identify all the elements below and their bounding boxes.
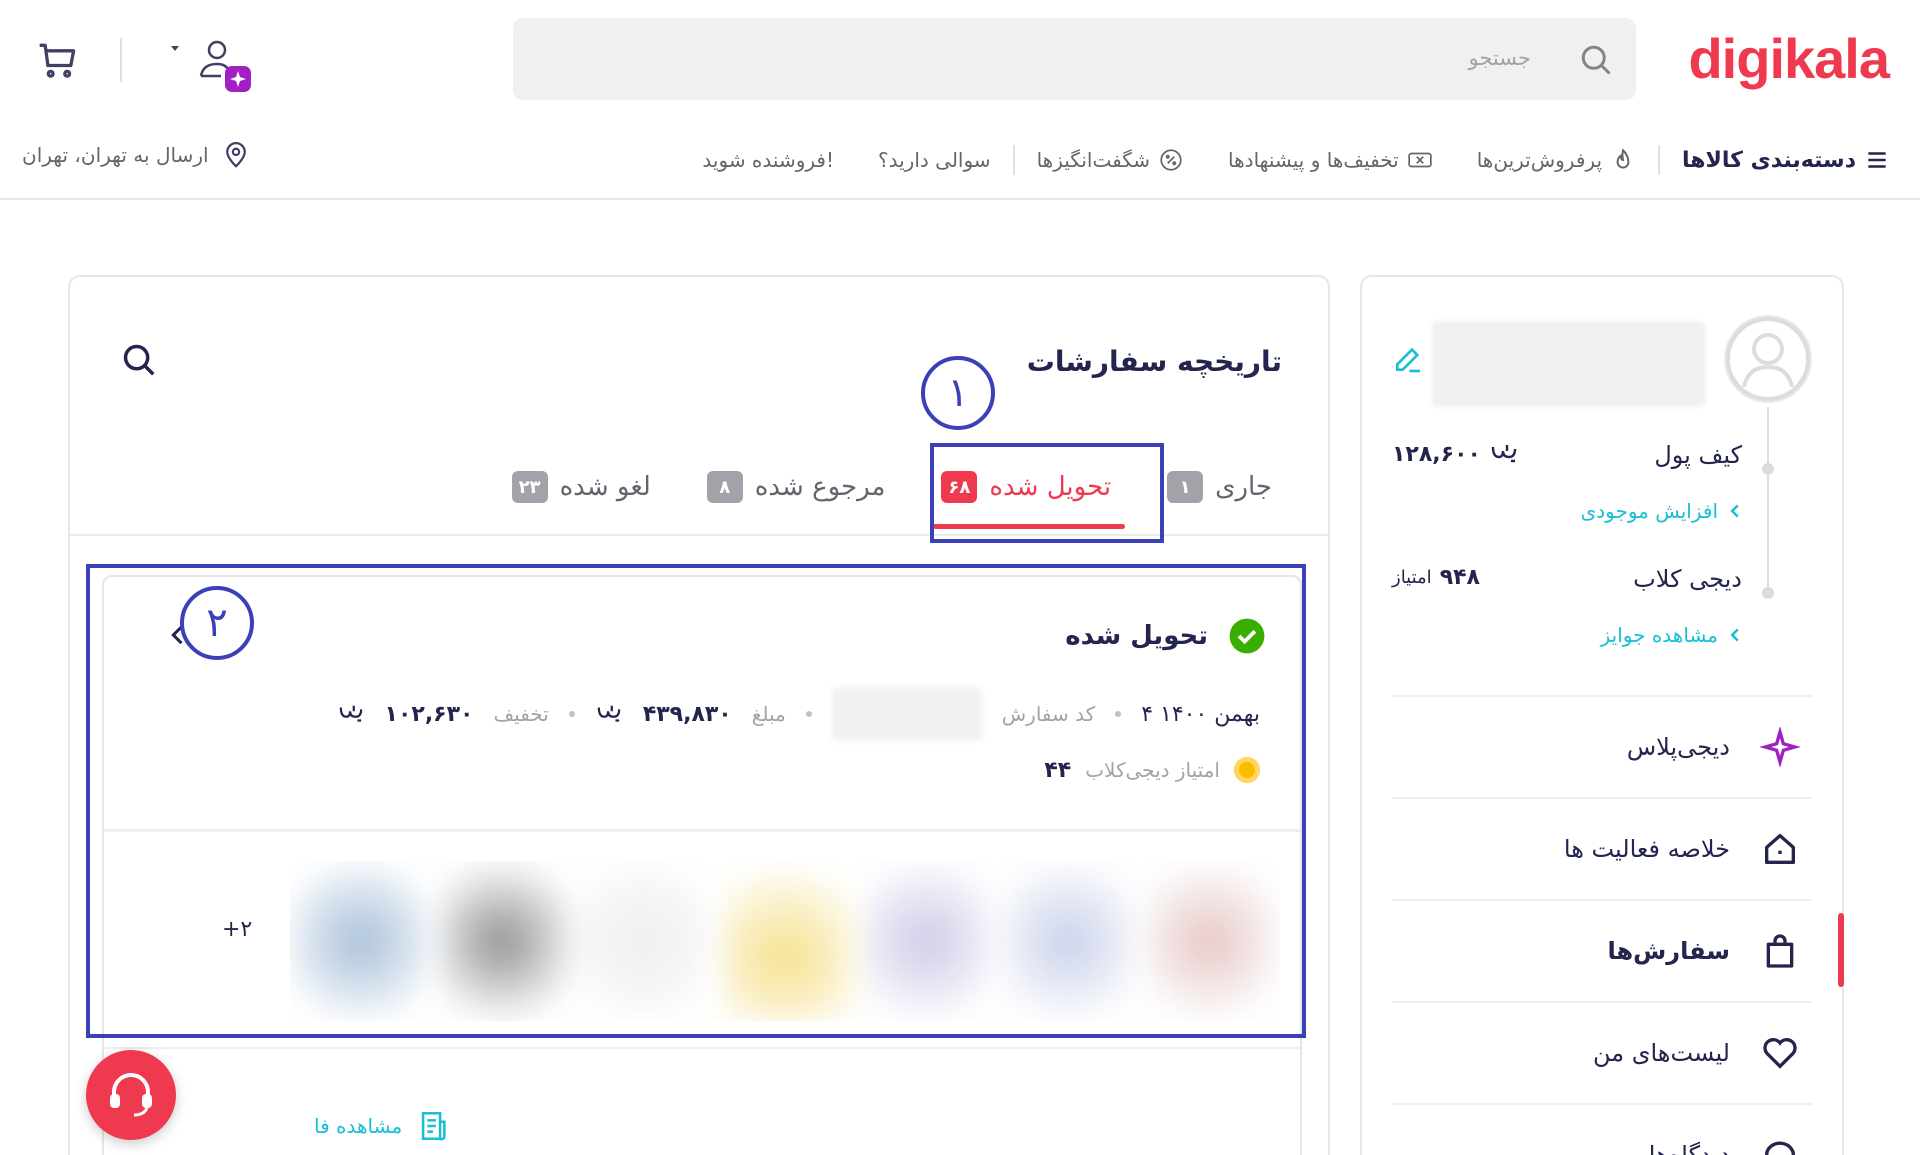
hamburger-icon [1868, 152, 1886, 168]
timeline-dot [1762, 587, 1774, 599]
location-label: ارسال به تهران، تهران [22, 143, 209, 167]
tab-count-badge: ۸ [706, 471, 743, 503]
sidebar-item-orders[interactable]: سفارش‌ها [1392, 901, 1812, 1001]
nav-item-label: تخفیف‌ها و پیشنهادها [1228, 148, 1399, 172]
order-divider [104, 1047, 1300, 1049]
page-title: تاریخچه سفارشات [1026, 345, 1282, 378]
user-avatar-icon [1726, 317, 1810, 401]
shopping-bag-icon [1766, 934, 1794, 968]
invoice-icon [421, 1111, 446, 1141]
sidebar-item-lists[interactable]: لیست‌های من [1392, 1003, 1812, 1103]
wallet-charge-link[interactable]: افزایش موجودی [1581, 499, 1742, 523]
tab-canceled[interactable]: لغو شده ۲۳ [484, 447, 679, 527]
sidebar-timeline [1767, 407, 1769, 592]
tab-label: لغو شده [559, 472, 651, 502]
club-label: دیجی کلاب [1633, 565, 1742, 593]
digikala-logo[interactable]: digikala [1688, 26, 1890, 91]
nav-bestsellers[interactable]: پرفروش‌ترین‌ها [1455, 147, 1658, 173]
location-pin-icon [225, 142, 246, 168]
profile-sidebar: کیف پول ۱۲۸,۶۰۰ افزایش موجودی دیجی کلاب … [1360, 275, 1844, 1155]
annotation-box-2 [86, 564, 1306, 1038]
nav-item-label: پرفروش‌ترین‌ها [1476, 148, 1603, 172]
user-icon [171, 40, 251, 92]
nav-categories-label: دسته‌بندی کالاها [1682, 147, 1856, 173]
percent-icon [1160, 149, 1182, 171]
header-separator [120, 38, 122, 82]
sidebar-item-label: دیجی‌پلاس [1626, 733, 1730, 761]
toman-icon [1491, 445, 1517, 463]
nav-discounts[interactable]: تخفیف‌ها و پیشنهادها [1206, 147, 1455, 173]
nav-categories[interactable]: دسته‌بندی کالاها [1660, 147, 1890, 173]
tab-returned[interactable]: مرجوع شده ۸ [679, 447, 914, 527]
club-value: ۹۴۸ [1439, 565, 1480, 590]
search-placeholder: جستجو [1468, 46, 1531, 70]
header-divider [0, 198, 1920, 200]
nav-item-label: سوالی دارید؟ [878, 148, 991, 172]
sidebar-item-label: سفارش‌ها [1607, 937, 1730, 965]
support-button[interactable] [86, 1050, 176, 1140]
home-icon [1765, 834, 1795, 864]
chevron-left-icon [1730, 628, 1739, 642]
cart-icon[interactable] [36, 38, 80, 82]
order-tabs: جاری ۱ تحویل شده ۶۸ مرجوع شده ۸ لغو شده … [484, 447, 1300, 529]
user-menu-button[interactable] [165, 36, 260, 96]
nav-faq[interactable]: سوالی دارید؟ [856, 148, 1013, 172]
active-indicator [1838, 913, 1844, 987]
tab-count-badge: ۱ [1167, 471, 1204, 503]
wallet-link-label: افزایش موجودی [1580, 499, 1718, 523]
discount-tag-icon [1408, 152, 1432, 168]
main-nav: دسته‌بندی کالاها پرفروش‌ترین‌ها تخفیف‌ها… [680, 140, 1890, 180]
search-bar[interactable]: جستجو [513, 18, 1636, 100]
annotation-box-1 [930, 443, 1164, 543]
chevron-left-icon [1730, 504, 1739, 518]
nav-item-label: فروشنده شوید! [702, 148, 834, 172]
timeline-dot [1762, 463, 1774, 475]
wallet-value: ۱۲۸,۶۰۰ [1392, 441, 1481, 467]
sidebar-item-label: لیست‌های من [1592, 1039, 1730, 1067]
club-points: امتیاز ۹۴۸ [1392, 565, 1480, 590]
heart-icon [1763, 1038, 1797, 1069]
wallet-amount: ۱۲۸,۶۰۰ [1392, 441, 1519, 467]
club-link-label: مشاهده جوایز [1600, 623, 1718, 647]
annotation-label-1: ۱ [921, 356, 995, 430]
location-selector[interactable]: ارسال به تهران، تهران [22, 140, 251, 170]
headset-icon [110, 1073, 152, 1117]
sparkle-icon [1760, 727, 1800, 767]
avatar[interactable] [1724, 315, 1812, 403]
nav-item-label: شگفت‌انگیزها [1036, 148, 1151, 172]
wallet-label: کیف پول [1654, 441, 1742, 469]
club-rewards-link[interactable]: مشاهده جوایز [1601, 623, 1742, 647]
search-icon [1581, 45, 1611, 75]
nav-amazing-offers[interactable]: شگفت‌انگیزها [1015, 147, 1206, 173]
sidebar-item-label: خلاصه فعالیت ها [1563, 835, 1730, 863]
annotation-label-2: ۲ [180, 586, 254, 660]
sidebar-item-label: دیدگاه‌ها [1648, 1141, 1730, 1155]
comment-icon [1764, 1141, 1795, 1155]
tab-count-badge: ۲۳ [511, 471, 548, 503]
view-invoice-link[interactable]: مشاهده فا [314, 1109, 450, 1143]
search-icon[interactable] [120, 341, 158, 379]
tab-label: مرجوع شده [754, 472, 886, 502]
tab-label: جاری [1215, 472, 1272, 502]
invoice-label: مشاهده فا [314, 1114, 403, 1138]
sidebar-item-comments[interactable]: دیدگاه‌ها [1392, 1105, 1812, 1155]
sidebar-item-activity[interactable]: خلاصه فعالیت ها [1392, 799, 1812, 899]
sidebar-item-digiplus[interactable]: دیجی‌پلاس [1392, 697, 1812, 797]
user-name-blurred [1432, 321, 1706, 407]
edit-icon[interactable] [1392, 343, 1424, 375]
club-unit: امتیاز [1392, 567, 1432, 588]
nav-become-seller[interactable]: فروشنده شوید! [680, 148, 856, 172]
fire-icon [1616, 148, 1630, 169]
